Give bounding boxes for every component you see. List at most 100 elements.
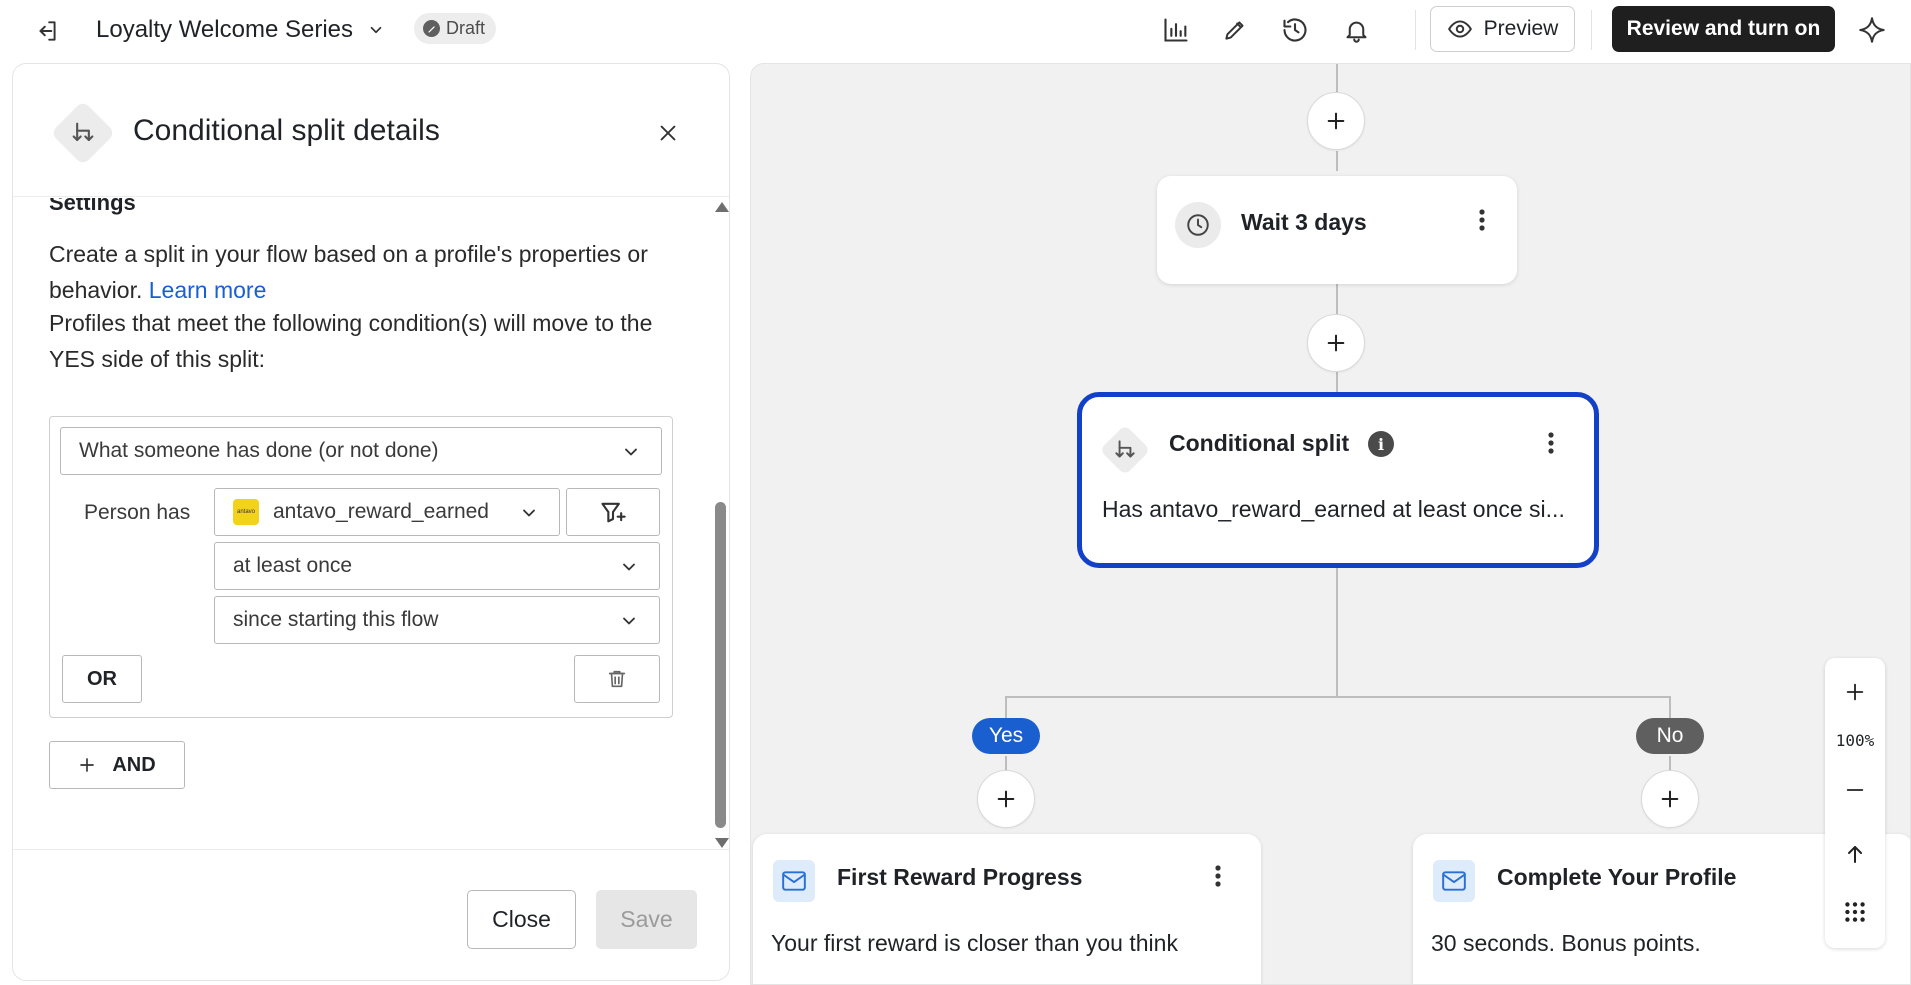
clock-icon — [1175, 202, 1221, 248]
plus-icon — [1327, 334, 1345, 352]
filter-add-icon[interactable] — [566, 488, 660, 536]
connector-line — [1336, 372, 1338, 394]
email-step-title: Complete Your Profile — [1497, 864, 1737, 890]
more-vertical-icon[interactable] — [1536, 425, 1566, 461]
frequency-select[interactable]: at least once — [214, 542, 660, 590]
pencil-icon[interactable] — [1218, 13, 1252, 47]
wait-step-title: Wait 3 days — [1241, 209, 1367, 235]
info-icon[interactable]: i — [1368, 431, 1394, 457]
email-step-subtitle: 30 seconds. Bonus points. — [1431, 930, 1701, 956]
learn-more-link[interactable]: Learn more — [149, 277, 267, 303]
preview-button[interactable]: Preview — [1430, 6, 1575, 52]
split-description: Create a split in your flow based on a p… — [49, 236, 689, 308]
yes-branch-label: Yes — [972, 718, 1040, 754]
connector-line — [1336, 151, 1338, 171]
split-icon — [1099, 424, 1151, 476]
no-branch-label: No — [1636, 718, 1704, 754]
condition-group: What someone has done (or not done) Pers… — [49, 416, 673, 718]
connector-line — [1336, 284, 1338, 314]
more-vertical-icon[interactable] — [1203, 858, 1233, 894]
flow-title[interactable]: Loyalty Welcome Series — [96, 15, 353, 45]
chevron-down-icon — [523, 509, 535, 517]
antavo-logo-icon: antavo — [233, 499, 259, 525]
save-button[interactable]: Save — [596, 890, 697, 949]
conditional-split-details-panel: Conditional split details Settings Creat… — [12, 63, 730, 981]
metric-value: antavo_reward_earned — [273, 500, 489, 523]
condition-type-value: What someone has done (or not done) — [79, 439, 439, 462]
add-step-button[interactable] — [1307, 314, 1365, 372]
history-icon[interactable] — [1278, 13, 1312, 47]
status-badge: Draft — [414, 13, 497, 44]
panel-scrollbar[interactable] — [712, 202, 729, 848]
close-button[interactable]: Close — [467, 890, 576, 949]
plus-icon — [997, 790, 1015, 808]
split-icon — [50, 100, 116, 166]
condition-intro: Profiles that meet the following conditi… — [49, 310, 653, 372]
top-bar: Loyalty Welcome Series Draft Preview Rev… — [0, 0, 1911, 58]
person-has-label: Person has — [84, 501, 191, 524]
scroll-up-arrow[interactable] — [715, 202, 729, 212]
connector-line — [1336, 64, 1338, 92]
email-step-subtitle: Your first reward is closer than you thi… — [771, 930, 1178, 956]
status-badge-label: Draft — [446, 18, 486, 38]
close-icon[interactable] — [651, 116, 685, 150]
connector-line — [1005, 696, 1007, 720]
conditional-split-title: Conditional split — [1169, 430, 1350, 456]
add-step-yes-button[interactable] — [977, 770, 1035, 828]
branch-line — [1005, 696, 1671, 698]
email-step-title: First Reward Progress — [837, 864, 1083, 890]
plus-icon — [80, 758, 95, 772]
eye-icon — [1447, 20, 1472, 38]
add-step-button[interactable] — [1307, 92, 1365, 150]
zoom-controls: 100% — [1825, 658, 1885, 948]
condition-type-select[interactable]: What someone has done (or not done) — [60, 427, 662, 475]
zoom-out-icon[interactable] — [1833, 768, 1877, 812]
draft-pencil-icon — [423, 20, 440, 37]
conditional-split-card[interactable]: Conditional split i Has antavo_reward_ea… — [1077, 392, 1599, 568]
panel-body: Settings Create a split in your flow bas… — [13, 198, 713, 850]
conditional-split-summary: Has antavo_reward_earned at least once s… — [1102, 496, 1565, 522]
description-text: Create a split in your flow based on a p… — [49, 241, 648, 303]
email-step-card-yes[interactable]: First Reward Progress Your first reward … — [753, 834, 1261, 984]
chevron-down-icon[interactable] — [364, 18, 388, 42]
grid-dots-icon[interactable] — [1833, 890, 1877, 934]
chevron-down-icon — [625, 448, 637, 456]
settings-heading: Settings — [49, 198, 136, 215]
mail-icon — [1433, 860, 1475, 902]
chevron-down-icon — [623, 563, 635, 571]
more-vertical-icon[interactable] — [1467, 202, 1497, 238]
add-step-no-button[interactable] — [1641, 770, 1699, 828]
panel-footer: Close Save — [13, 849, 729, 980]
exit-icon[interactable] — [30, 14, 64, 48]
plus-icon — [1661, 790, 1679, 808]
panel-header: Conditional split details — [13, 64, 729, 197]
wait-step-card[interactable]: Wait 3 days — [1157, 176, 1517, 284]
metric-select[interactable]: antavo antavo_reward_earned — [214, 488, 560, 536]
bar-chart-icon[interactable] — [1159, 13, 1193, 47]
zoom-level: 100% — [1835, 731, 1875, 750]
scroll-down-arrow[interactable] — [715, 838, 729, 848]
arrow-up-icon[interactable] — [1833, 832, 1877, 876]
flow-canvas[interactable]: Wait 3 days Conditional split i Has anta… — [750, 63, 1911, 985]
timeframe-select[interactable]: since starting this flow — [214, 596, 660, 644]
connector-line — [1336, 564, 1338, 698]
panel-title: Conditional split details — [133, 114, 440, 147]
and-label: AND — [112, 753, 156, 776]
timeframe-value: since starting this flow — [233, 608, 439, 631]
toolbar-divider — [1591, 10, 1592, 50]
connector-line — [1669, 696, 1671, 720]
trash-icon[interactable] — [574, 655, 660, 703]
chevron-down-icon — [623, 617, 635, 625]
preview-label: Preview — [1483, 17, 1559, 40]
add-and-condition-button[interactable]: AND — [49, 741, 185, 789]
bell-icon[interactable] — [1339, 13, 1373, 47]
toolbar-divider — [1415, 10, 1416, 50]
scrollbar-thumb[interactable] — [715, 502, 726, 828]
plus-icon — [1327, 112, 1345, 130]
frequency-value: at least once — [233, 554, 353, 577]
sparkle-icon[interactable] — [1854, 12, 1890, 48]
or-button[interactable]: OR — [62, 655, 142, 703]
mail-icon — [773, 860, 815, 902]
zoom-in-icon[interactable] — [1833, 670, 1877, 714]
review-and-turn-on-button[interactable]: Review and turn on — [1612, 6, 1835, 52]
